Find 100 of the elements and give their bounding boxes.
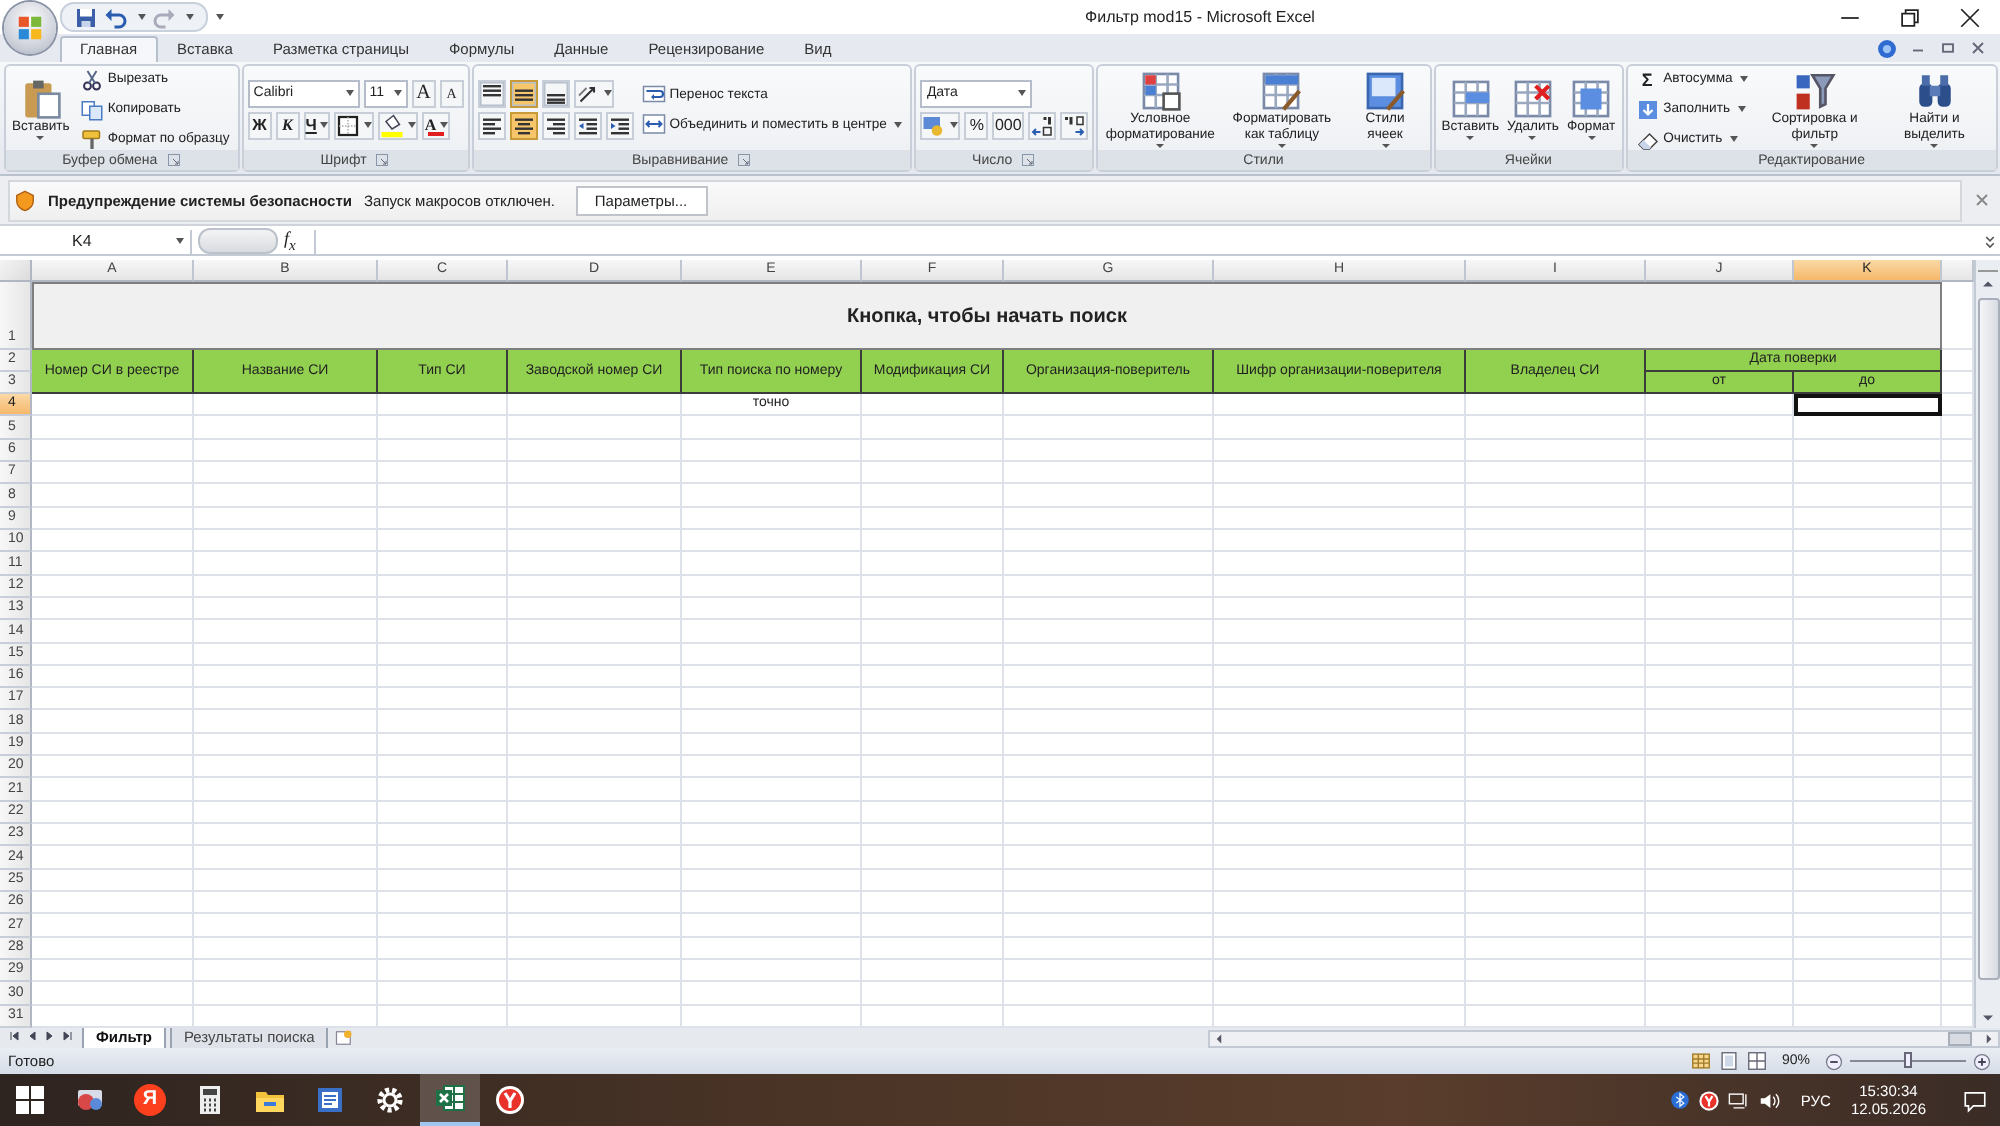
table-cell[interactable] — [682, 575, 862, 598]
zoom-out-icon[interactable] — [1824, 1051, 1844, 1071]
table-cell[interactable] — [1004, 778, 1214, 802]
table-cell[interactable] — [508, 892, 682, 915]
table-cell[interactable] — [378, 892, 508, 915]
table-cell[interactable] — [1004, 394, 1214, 417]
table-cell[interactable] — [1466, 756, 1646, 779]
taskbar-button[interactable]: Я — [120, 1074, 180, 1126]
dialog-launcher-icon[interactable] — [736, 152, 753, 168]
table-cell[interactable] — [194, 710, 378, 734]
table-cell[interactable] — [682, 529, 862, 553]
toolbar-button[interactable]: A — [422, 111, 451, 139]
table-cell[interactable] — [682, 597, 862, 621]
browser-icon[interactable] — [1698, 1089, 1721, 1111]
table-cell[interactable] — [378, 914, 508, 938]
table-cell[interactable] — [1214, 778, 1466, 802]
table-cell[interactable] — [1004, 665, 1214, 689]
table-cell[interactable] — [194, 960, 378, 983]
table-cell[interactable] — [1214, 824, 1466, 847]
table-cell[interactable] — [508, 507, 682, 530]
table-cell[interactable] — [32, 529, 194, 553]
table-cell[interactable] — [682, 869, 862, 893]
table-cell[interactable] — [194, 937, 378, 961]
table-cell[interactable] — [1214, 416, 1466, 440]
table-cell[interactable] — [32, 869, 194, 893]
table-cell[interactable] — [1794, 869, 1942, 893]
table-cell[interactable] — [1794, 960, 1942, 983]
table-cell[interactable] — [1466, 575, 1646, 598]
table-cell[interactable] — [378, 688, 508, 711]
table-cell[interactable] — [508, 484, 682, 508]
table-cell[interactable] — [1794, 846, 1942, 870]
table-cell[interactable] — [862, 620, 1004, 644]
table-cell[interactable] — [862, 801, 1004, 825]
table-cell[interactable] — [32, 484, 194, 508]
table-cell[interactable] — [1794, 914, 1942, 938]
table-cell[interactable] — [194, 597, 378, 621]
first-sheet-icon[interactable] — [6, 1028, 22, 1044]
table-cell[interactable] — [1646, 416, 1794, 440]
table-cell[interactable] — [682, 416, 862, 440]
table-cell[interactable] — [508, 461, 682, 485]
table-cell[interactable] — [1004, 892, 1214, 915]
table-cell[interactable] — [682, 484, 862, 508]
table-cell[interactable] — [194, 575, 378, 598]
table-cell[interactable] — [1646, 869, 1794, 893]
table-cell[interactable] — [1794, 756, 1942, 779]
table-cell[interactable] — [378, 846, 508, 870]
table-cell[interactable] — [32, 914, 194, 938]
table-cell[interactable] — [508, 937, 682, 961]
save-icon[interactable] — [74, 5, 98, 29]
table-cell[interactable] — [1646, 665, 1794, 689]
table-cell[interactable] — [1794, 778, 1942, 802]
table-cell[interactable] — [1214, 914, 1466, 938]
dialog-launcher-icon[interactable] — [165, 152, 182, 168]
table-cell[interactable] — [1004, 597, 1214, 621]
table-cell[interactable] — [862, 597, 1004, 621]
table-cell[interactable] — [1466, 914, 1646, 938]
toolbar-button[interactable] — [334, 111, 375, 139]
table-cell[interactable] — [508, 846, 682, 870]
table-cell[interactable] — [1646, 394, 1794, 417]
toolbar-button[interactable] — [477, 111, 506, 139]
table-cell[interactable] — [508, 869, 682, 893]
table-cell[interactable] — [862, 394, 1004, 417]
table-cell[interactable] — [1466, 552, 1646, 576]
toolbar-button[interactable] — [509, 79, 538, 107]
table-cell[interactable] — [1214, 960, 1466, 983]
table-cell[interactable] — [682, 824, 862, 847]
table-cell[interactable] — [682, 914, 862, 938]
table-cell[interactable] — [1214, 982, 1466, 1006]
table-cell[interactable] — [862, 824, 1004, 847]
table-cell[interactable] — [1646, 552, 1794, 576]
table-cell[interactable] — [32, 665, 194, 689]
table-cell[interactable] — [1646, 937, 1794, 961]
table-cell[interactable] — [194, 869, 378, 893]
bluetooth-icon[interactable] — [1670, 1090, 1691, 1110]
table-cell[interactable] — [1466, 688, 1646, 711]
table-cell[interactable] — [1214, 892, 1466, 915]
table-cell[interactable] — [1004, 801, 1214, 825]
table-cell[interactable] — [378, 710, 508, 734]
table-cell[interactable] — [1794, 643, 1942, 666]
table-cell[interactable] — [1214, 756, 1466, 779]
table-cell[interactable] — [862, 439, 1004, 462]
taskbar-button[interactable] — [420, 1074, 480, 1126]
table-cell[interactable] — [1214, 439, 1466, 462]
table-cell[interactable] — [378, 484, 508, 508]
table-cell[interactable] — [194, 892, 378, 915]
table-cell[interactable] — [1004, 733, 1214, 757]
table-cell[interactable] — [1466, 710, 1646, 734]
table-cell[interactable] — [862, 529, 1004, 553]
table-cell[interactable] — [1646, 597, 1794, 621]
table-cell[interactable] — [1466, 960, 1646, 983]
table-cell[interactable] — [1214, 484, 1466, 508]
table-cell[interactable] — [1004, 960, 1214, 983]
table-cell[interactable] — [1794, 665, 1942, 689]
table-cell[interactable] — [194, 439, 378, 462]
notification-icon[interactable] — [1962, 1087, 1988, 1113]
table-cell[interactable] — [1004, 575, 1214, 598]
table-cell[interactable] — [1214, 529, 1466, 553]
table-cell[interactable] — [378, 937, 508, 961]
table-cell[interactable] — [1646, 778, 1794, 802]
table-cell[interactable] — [508, 778, 682, 802]
